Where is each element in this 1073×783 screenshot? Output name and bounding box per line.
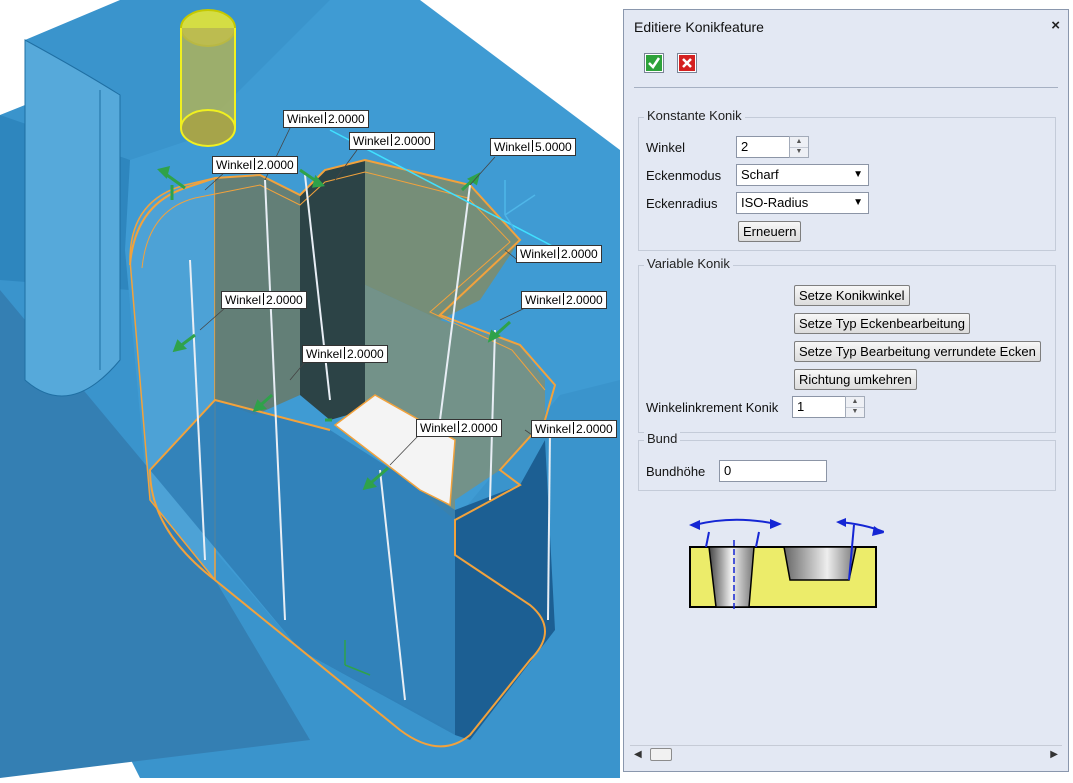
horizontal-scrollbar[interactable]: ◀ ▶ (630, 745, 1062, 764)
angle-increment-input[interactable]: 1 (792, 396, 848, 418)
angle-label: Winkel (646, 140, 686, 155)
corner-mode-value: Scharf (741, 167, 779, 182)
corner-radius-select[interactable]: ISO-Radius ▼ (736, 192, 869, 214)
chevron-down-icon: ▼ (853, 169, 863, 180)
angle-stepper[interactable]: ▲ ▼ (789, 136, 809, 158)
checkmark-icon (646, 55, 662, 71)
constant-taper-title: Konstante Konik (644, 108, 745, 123)
scroll-thumb[interactable] (650, 748, 672, 761)
cancel-x-icon (679, 55, 695, 71)
corner-mode-select[interactable]: Scharf ▼ (736, 164, 869, 186)
spin-down-icon[interactable]: ▼ (846, 407, 864, 417)
collar-title: Bund (644, 431, 681, 446)
dimension-label[interactable]: Winkel 2.0000 (302, 345, 388, 363)
spin-down-icon[interactable]: ▼ (790, 147, 808, 157)
chevron-down-icon: ▼ (853, 197, 863, 208)
dimension-label[interactable]: Winkel 2.0000 (521, 291, 607, 309)
close-icon[interactable]: × (1051, 17, 1060, 34)
angle-input[interactable]: 2 (736, 136, 792, 158)
set-taper-angle-button[interactable]: Setze Konikwinkel (794, 285, 910, 306)
ok-button[interactable] (644, 53, 664, 73)
set-rounded-corner-type-button[interactable]: Setze Typ Bearbeitung verrundete Ecken (794, 341, 1041, 362)
cancel-button[interactable] (677, 53, 697, 73)
taper-illustration (689, 518, 884, 610)
scroll-right-icon[interactable]: ▶ (1050, 749, 1058, 760)
reverse-direction-button[interactable]: Richtung umkehren (794, 369, 917, 390)
refresh-button[interactable]: Erneuern (738, 221, 802, 242)
dimension-label[interactable]: Winkel 2.0000 (416, 419, 502, 437)
dialog-title: Editiere Konikfeature (634, 19, 764, 35)
dimension-label[interactable]: Winkel 2.0000 (516, 245, 602, 263)
corner-radius-value: ISO-Radius (741, 195, 809, 210)
dimension-label[interactable]: Winkel 2.0000 (531, 420, 617, 438)
divider (634, 87, 1058, 88)
variable-taper-title: Variable Konik (644, 256, 733, 271)
collar-height-input[interactable]: 0 (719, 460, 827, 482)
dimension-label[interactable]: Winkel 2.0000 (212, 156, 298, 174)
dimension-label[interactable]: Winkel 2.0000 (221, 291, 307, 309)
collar-height-label: Bundhöhe (646, 464, 706, 479)
scroll-left-icon[interactable]: ◀ (634, 749, 642, 760)
dimension-label[interactable]: Winkel 2.0000 (349, 132, 435, 150)
taper-feature-dialog: Editiere Konikfeature × Konstante Konik … (623, 9, 1069, 772)
angle-increment-label: Winkelinkrement Konik (646, 400, 779, 415)
dimension-label[interactable]: Winkel 2.0000 (283, 110, 369, 128)
dimension-label[interactable]: Winkel 5.0000 (490, 138, 576, 156)
corner-radius-label: Eckenradius (646, 196, 718, 211)
corner-mode-label: Eckenmodus (646, 168, 722, 183)
increment-stepper[interactable]: ▲ ▼ (845, 396, 865, 418)
set-corner-type-button[interactable]: Setze Typ Eckenbearbeitung (794, 313, 970, 334)
